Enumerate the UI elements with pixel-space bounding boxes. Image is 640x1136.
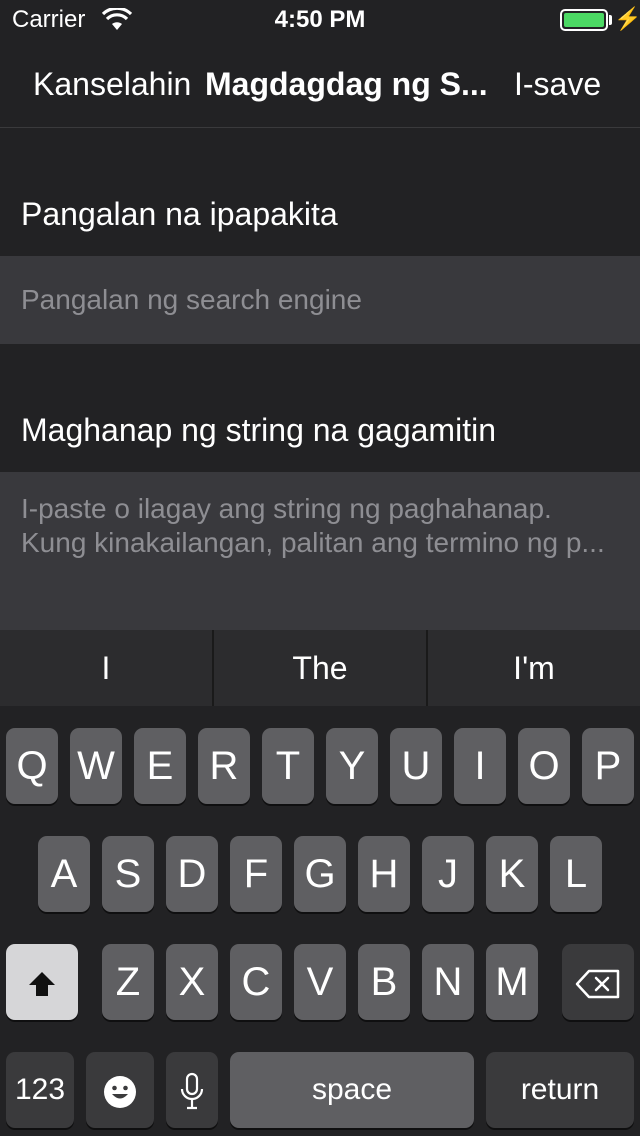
key-x[interactable]: X <box>166 944 218 1020</box>
name-field[interactable]: Pangalan ng search engine <box>0 256 640 344</box>
search-string-field[interactable]: I-paste o ilagay ang string ng paghahana… <box>0 472 640 630</box>
key-g[interactable]: G <box>294 836 346 912</box>
key-n[interactable]: N <box>422 944 474 1020</box>
return-key[interactable]: return <box>486 1052 634 1128</box>
battery-nub <box>609 15 612 25</box>
key-y[interactable]: Y <box>326 728 378 804</box>
key-j[interactable]: J <box>422 836 474 912</box>
key-c[interactable]: C <box>230 944 282 1020</box>
key-u[interactable]: U <box>390 728 442 804</box>
key-w[interactable]: W <box>70 728 122 804</box>
key-o[interactable]: O <box>518 728 570 804</box>
key-d[interactable]: D <box>166 836 218 912</box>
space-key[interactable]: space <box>230 1052 474 1128</box>
key-p[interactable]: P <box>582 728 634 804</box>
microphone-icon <box>180 1073 204 1110</box>
key-z[interactable]: Z <box>102 944 154 1020</box>
cancel-button[interactable]: Kanselahin <box>33 66 191 103</box>
emoji-icon <box>104 1076 136 1109</box>
save-button[interactable]: I-save <box>514 66 601 103</box>
key-r[interactable]: R <box>198 728 250 804</box>
keyboard: Q W E R T Y U I O P A S D F G H J K L Z … <box>0 706 640 1136</box>
navigation-bar: Kanselahin Magdagdag ng S... I-save <box>0 40 640 128</box>
key-l[interactable]: L <box>550 836 602 912</box>
status-bar: Carrier 4:50 PM ⚡ <box>0 0 640 40</box>
key-i[interactable]: I <box>454 728 506 804</box>
name-section-header: Pangalan na ipapakita <box>0 128 640 256</box>
emoji-key[interactable] <box>86 1052 154 1128</box>
search-section-header: Maghanap ng string na gagamitin <box>0 344 640 472</box>
key-b[interactable]: B <box>358 944 410 1020</box>
key-k[interactable]: K <box>486 836 538 912</box>
key-q[interactable]: Q <box>6 728 58 804</box>
battery-level <box>564 13 604 27</box>
name-placeholder: Pangalan ng search engine <box>21 284 362 315</box>
numbers-key[interactable]: 123 <box>6 1052 74 1128</box>
key-f[interactable]: F <box>230 836 282 912</box>
search-string-label: Maghanap ng string na gagamitin <box>21 412 496 448</box>
shift-icon <box>29 972 55 997</box>
suggestion-3[interactable]: I'm <box>428 630 640 706</box>
key-v[interactable]: V <box>294 944 346 1020</box>
search-placeholder-line2: Kung kinakailangan, palitan ang termino … <box>21 527 605 558</box>
dictation-key[interactable] <box>166 1052 218 1128</box>
delete-key[interactable] <box>562 944 634 1020</box>
key-s[interactable]: S <box>102 836 154 912</box>
key-m[interactable]: M <box>486 944 538 1020</box>
page-title: Magdagdag ng S... <box>205 66 488 102</box>
key-t[interactable]: T <box>262 728 314 804</box>
bolt-icon: ⚡ <box>614 6 640 31</box>
key-e[interactable]: E <box>134 728 186 804</box>
suggestion-1[interactable]: I <box>0 630 212 706</box>
suggestion-2[interactable]: The <box>214 630 426 706</box>
shift-key[interactable] <box>6 944 78 1020</box>
name-label: Pangalan na ipapakita <box>21 196 338 232</box>
key-a[interactable]: A <box>38 836 90 912</box>
clock: 4:50 PM <box>274 6 366 33</box>
battery-icon <box>560 9 608 31</box>
search-placeholder-line1: I-paste o ilagay ang string ng paghahana… <box>21 493 552 524</box>
key-h[interactable]: H <box>358 836 410 912</box>
suggestion-bar: I The I'm <box>0 630 640 706</box>
backspace-icon <box>575 970 620 999</box>
